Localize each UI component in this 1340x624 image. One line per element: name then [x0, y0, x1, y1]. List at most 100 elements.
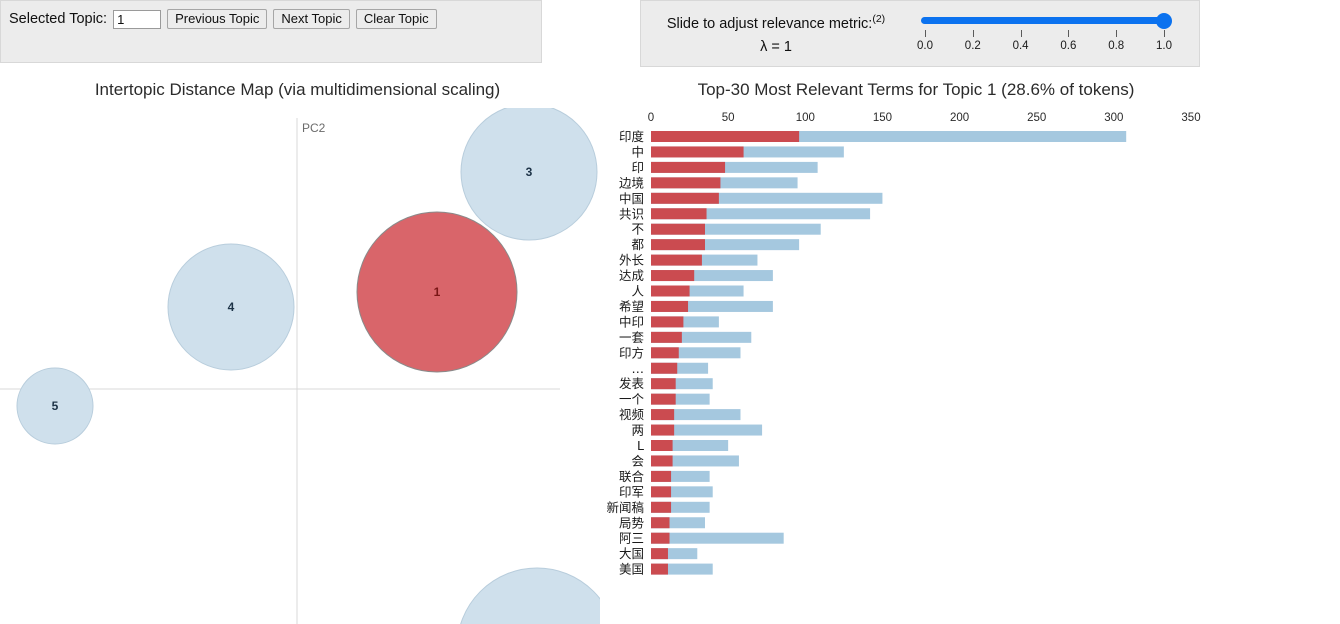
barchart-term-label[interactable]: 都 [631, 237, 644, 252]
bar-topic-frequency[interactable] [651, 331, 682, 343]
bar-topic-frequency[interactable] [651, 501, 672, 513]
bar-topic-frequency[interactable] [651, 532, 670, 544]
bar-topic-frequency[interactable] [651, 362, 678, 374]
barchart-term-label[interactable]: 希望 [619, 299, 644, 314]
topic-controls-row: Selected Topic: Previous Topic Next Topi… [9, 9, 437, 29]
relevance-metric-title: Slide to adjust relevance metric:(2) [651, 13, 901, 32]
slider-tick-label: 0.4 [1012, 40, 1029, 52]
top-terms-barchart[interactable]: 0 50 100 150 200 250 300 350 印度中印边境 中国 共识不都外长 达成人希… [600, 104, 1340, 624]
bar-topic-frequency[interactable] [651, 440, 673, 451]
barchart-x-tick-label: 150 [873, 112, 892, 124]
intertopic-distance-map[interactable]: PC1 PC2 12345 [0, 108, 600, 624]
lambda-slider-track[interactable] [921, 17, 1165, 24]
top-terms-barchart-svg[interactable]: 0 50 100 150 200 250 300 350 印度中印边境中国共识不都外长达成人希… [600, 104, 1340, 624]
barchart-x-axis: 0 50 100 150 200 250 300 350 [648, 112, 1201, 124]
lambda-slider[interactable]: 0.0 0.2 0.4 0.6 0.8 1.0 [909, 11, 1189, 59]
next-topic-button[interactable]: Next Topic [273, 9, 350, 29]
slider-tick-mark [1020, 30, 1022, 37]
barchart-term-label[interactable]: L [637, 438, 644, 453]
intertopic-map-svg[interactable]: PC1 PC2 12345 [0, 108, 600, 624]
slider-tick-label: 0.6 [1060, 40, 1077, 52]
topic-circle-label-5: 5 [52, 399, 59, 413]
bar-topic-frequency[interactable] [651, 470, 672, 482]
barchart-term-label[interactable]: 大国 [619, 546, 644, 561]
bar-topic-frequency[interactable] [651, 455, 673, 467]
barchart-term-label[interactable]: 一套 [619, 330, 645, 345]
barchart-term-label[interactable]: 达成 [619, 268, 644, 283]
barchart-x-tick-label: 100 [796, 112, 815, 124]
barchart-term-label[interactable]: 发表 [619, 376, 645, 391]
selected-topic-label: Selected Topic: [9, 11, 108, 27]
barchart-term-label[interactable]: 印方 [619, 345, 644, 360]
lambda-slider-handle[interactable] [1156, 13, 1172, 29]
barchart-term-label[interactable]: 视频 [619, 407, 645, 422]
barchart-term-label[interactable]: 不 [631, 222, 644, 237]
barchart-term-label[interactable]: 印 [631, 160, 644, 175]
barchart-rows[interactable]: 印度中印边境中国共识不都外长达成人希望中印一套印方…发表一个视频两L会联合印军新… [606, 129, 1127, 577]
bar-topic-frequency[interactable] [651, 347, 679, 359]
barchart-x-tick-label: 0 [648, 112, 654, 124]
slider-tick-mark [972, 30, 974, 37]
relevance-metric-text: Slide to adjust relevance metric:(2) λ =… [651, 13, 901, 55]
bar-topic-frequency[interactable] [651, 300, 689, 312]
barchart-term-label[interactable]: 中印 [619, 314, 644, 329]
bar-topic-frequency[interactable] [651, 270, 695, 282]
bar-topic-frequency[interactable] [651, 239, 705, 251]
bar-topic-frequency[interactable] [651, 131, 800, 142]
barchart-term-label[interactable]: 局势 [619, 515, 645, 530]
top-terms-chart-title: Top-30 Most Relevant Terms for Topic 1 (… [697, 80, 1135, 99]
slider-tick-label: 1.0 [1156, 40, 1172, 52]
barchart-term-label[interactable]: 会 [631, 453, 644, 468]
bar-topic-frequency[interactable] [651, 208, 707, 220]
barchart-term-label[interactable]: 阿三 [619, 531, 644, 546]
barchart-term-label[interactable]: 人 [631, 284, 644, 299]
bar-overall-frequency[interactable] [651, 532, 784, 544]
slider-tick-mark [1164, 30, 1165, 37]
barchart-term-label[interactable]: 美国 [619, 562, 644, 577]
barchart-x-tick-label: 350 [1181, 112, 1200, 124]
bar-topic-frequency[interactable] [651, 486, 672, 498]
bar-topic-frequency[interactable] [651, 192, 719, 204]
barchart-x-tick-label: 300 [1104, 112, 1123, 124]
bar-topic-frequency[interactable] [651, 548, 668, 560]
bar-topic-frequency[interactable] [651, 223, 705, 235]
bar-topic-frequency[interactable] [651, 393, 676, 405]
bar-topic-frequency[interactable] [651, 316, 684, 328]
clear-topic-button[interactable]: Clear Topic [355, 9, 437, 29]
previous-topic-button[interactable]: Previous Topic [167, 9, 268, 29]
slider-tick-label: 0.0 [917, 40, 933, 52]
barchart-term-label[interactable]: 一个 [619, 392, 645, 407]
lambda-slider-ticks: 0.0 0.2 0.4 0.6 0.8 1.0 [909, 30, 1189, 58]
barchart-term-label[interactable]: 新闻稿 [606, 500, 644, 515]
barchart-term-label[interactable]: 印度 [619, 129, 645, 144]
intertopic-map-title: Intertopic Distance Map (via multidimens… [94, 80, 501, 99]
bar-topic-frequency[interactable] [651, 378, 676, 390]
topic-circle-label-1: 1 [434, 285, 441, 299]
bar-topic-frequency[interactable] [651, 563, 668, 575]
barchart-term-label[interactable]: 边境 [619, 175, 644, 190]
barchart-term-label[interactable]: 印军 [619, 484, 644, 499]
barchart-term-label[interactable]: … [632, 361, 645, 376]
topic-control-panel: Selected Topic: Previous Topic Next Topi… [0, 0, 542, 63]
barchart-term-label[interactable]: 两 [631, 423, 644, 438]
barchart-term-label[interactable]: 外长 [619, 253, 645, 268]
bar-topic-frequency[interactable] [651, 409, 675, 421]
bar-topic-frequency[interactable] [651, 254, 702, 266]
bar-topic-frequency[interactable] [651, 285, 690, 297]
slider-tick-label: 0.2 [964, 40, 981, 52]
bar-topic-frequency[interactable] [651, 161, 726, 173]
barchart-term-label[interactable]: 联合 [619, 469, 645, 484]
barchart-term-label[interactable]: 中 [631, 144, 644, 159]
bar-topic-frequency[interactable] [651, 177, 721, 189]
topic-circle-2[interactable] [457, 567, 600, 624]
bar-topic-frequency[interactable] [651, 517, 670, 529]
bar-topic-frequency[interactable] [651, 146, 744, 158]
topic-circle-group[interactable]: 12345 [16, 108, 600, 624]
slider-tick-mark [1116, 30, 1118, 37]
selected-topic-input[interactable] [113, 9, 162, 29]
pc2-axis-label: PC2 [302, 121, 326, 135]
barchart-term-label[interactable]: 中国 [619, 191, 644, 206]
barchart-term-label[interactable]: 共识 [619, 206, 644, 221]
barchart-x-tick-label: 50 [722, 112, 735, 124]
bar-topic-frequency[interactable] [651, 424, 675, 436]
